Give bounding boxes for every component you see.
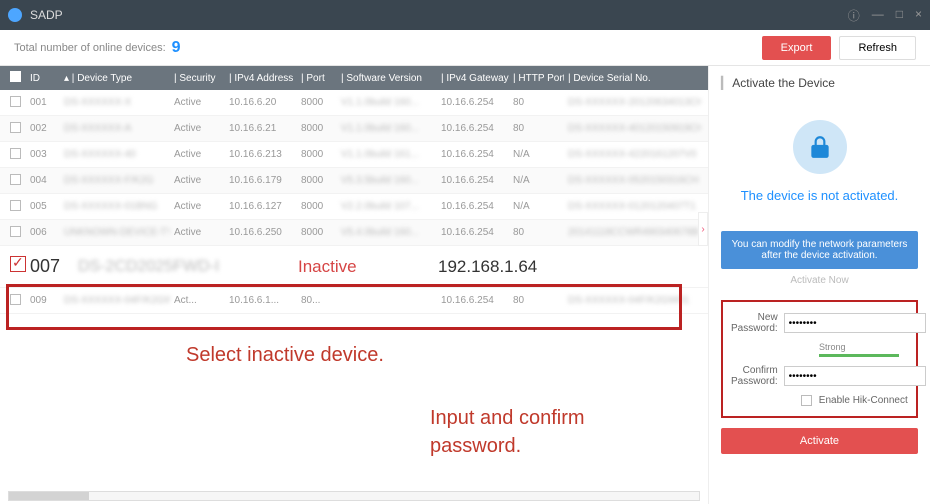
- close-icon[interactable]: ×: [915, 7, 922, 24]
- col-device-type[interactable]: ▴ | Device Type: [60, 73, 170, 84]
- table-row-selected[interactable]: 007 DS-2CD2025FWD-I Inactive 192.168.1.6…: [0, 246, 708, 288]
- row-checkbox[interactable]: [10, 200, 21, 211]
- new-password-label: New Password:: [731, 312, 784, 334]
- password-strength: Strong: [819, 342, 908, 357]
- hik-connect-checkbox[interactable]: [801, 395, 812, 406]
- device-count-value: 9: [172, 39, 181, 57]
- col-http-port[interactable]: | HTTP Port: [509, 73, 564, 84]
- annotation-select-device: Select inactive device.: [186, 344, 384, 367]
- table-row[interactable]: 002 DS-XXXXXX-A Active 10.16.6.21 8000 V…: [0, 116, 708, 142]
- table-row[interactable]: 001 DS-XXXXXX-X Active 10.16.6.20 8000 V…: [0, 90, 708, 116]
- activate-device-panel: Activate the Device The device is not ac…: [708, 66, 930, 504]
- col-ipv4[interactable]: | IPv4 Address: [225, 73, 297, 84]
- row-checkbox[interactable]: [10, 122, 21, 133]
- select-all-checkbox[interactable]: [10, 71, 21, 82]
- table-row[interactable]: 003 DS-XXXXXX-40 Active 10.16.6.213 8000…: [0, 142, 708, 168]
- col-serial[interactable]: | Device Serial No.: [564, 73, 702, 84]
- minimize-icon[interactable]: —: [872, 7, 884, 24]
- confirm-password-input[interactable]: [784, 366, 926, 386]
- row-checkbox[interactable]: [10, 256, 26, 272]
- col-version[interactable]: | Software Version: [337, 73, 437, 84]
- row-checkbox[interactable]: [10, 174, 21, 185]
- col-id[interactable]: ID: [26, 73, 60, 84]
- window-controls: ⓘ — □ ×: [848, 7, 922, 24]
- cell-device-type: DS-2CD2025FWD-I: [74, 258, 294, 276]
- password-form: New Password: Strong Confirm Password: E…: [721, 300, 918, 418]
- row-checkbox[interactable]: [10, 96, 21, 107]
- col-security[interactable]: | Security: [170, 73, 225, 84]
- enable-hik-connect[interactable]: Enable Hik-Connect: [801, 395, 908, 406]
- toolbar: Total number of online devices: 9 Export…: [0, 30, 930, 66]
- table-header: ID ▴ | Device Type | Security | IPv4 Add…: [0, 66, 708, 90]
- activation-tip: You can modify the network parameters af…: [721, 231, 918, 269]
- confirm-password-label: Confirm Password:: [731, 365, 784, 387]
- maximize-icon[interactable]: □: [896, 7, 903, 24]
- activate-button[interactable]: Activate: [721, 428, 918, 454]
- row-checkbox[interactable]: [10, 294, 21, 305]
- cell-security-status: Inactive: [294, 257, 434, 277]
- app-logo-icon: [8, 8, 22, 22]
- device-list-pane: ID ▴ | Device Type | Security | IPv4 Add…: [0, 66, 708, 504]
- panel-title: Activate the Device: [721, 76, 918, 90]
- title-bar: SADP ⓘ — □ ×: [0, 0, 930, 30]
- new-password-input[interactable]: [784, 313, 926, 333]
- table-row[interactable]: 006 UNKNOWN-DEVICE-TYPE Active 10.16.6.2…: [0, 220, 708, 246]
- expand-panel-icon[interactable]: ›: [698, 212, 708, 246]
- app-title: SADP: [30, 8, 848, 22]
- table-row[interactable]: 005 DS-XXXXXX-01BNG Active 10.16.6.127 8…: [0, 194, 708, 220]
- cell-id: 007: [26, 256, 74, 277]
- row-checkbox[interactable]: [10, 148, 21, 159]
- col-port[interactable]: | Port: [297, 73, 337, 84]
- row-checkbox[interactable]: [10, 226, 21, 237]
- export-button[interactable]: Export: [762, 36, 832, 60]
- horizontal-scrollbar[interactable]: [8, 491, 700, 501]
- lock-icon: [793, 120, 847, 174]
- table-row[interactable]: 004 DS-XXXXXX-F/K2G Active 10.16.6.179 8…: [0, 168, 708, 194]
- activate-now-label: Activate Now: [721, 269, 918, 296]
- help-icon[interactable]: ⓘ: [848, 7, 860, 24]
- refresh-button[interactable]: Refresh: [839, 36, 916, 60]
- not-activated-message: The device is not activated.: [741, 188, 899, 203]
- device-count-label: Total number of online devices:: [14, 42, 166, 54]
- table-row[interactable]: 009 DS-XXXXXX-04F/K2GW Act... 10.16.6.1.…: [0, 288, 708, 314]
- col-gateway[interactable]: | IPv4 Gateway: [437, 73, 509, 84]
- cell-ip: 192.168.1.64: [434, 257, 702, 277]
- annotation-input-password: Input and confirm password.: [430, 404, 585, 460]
